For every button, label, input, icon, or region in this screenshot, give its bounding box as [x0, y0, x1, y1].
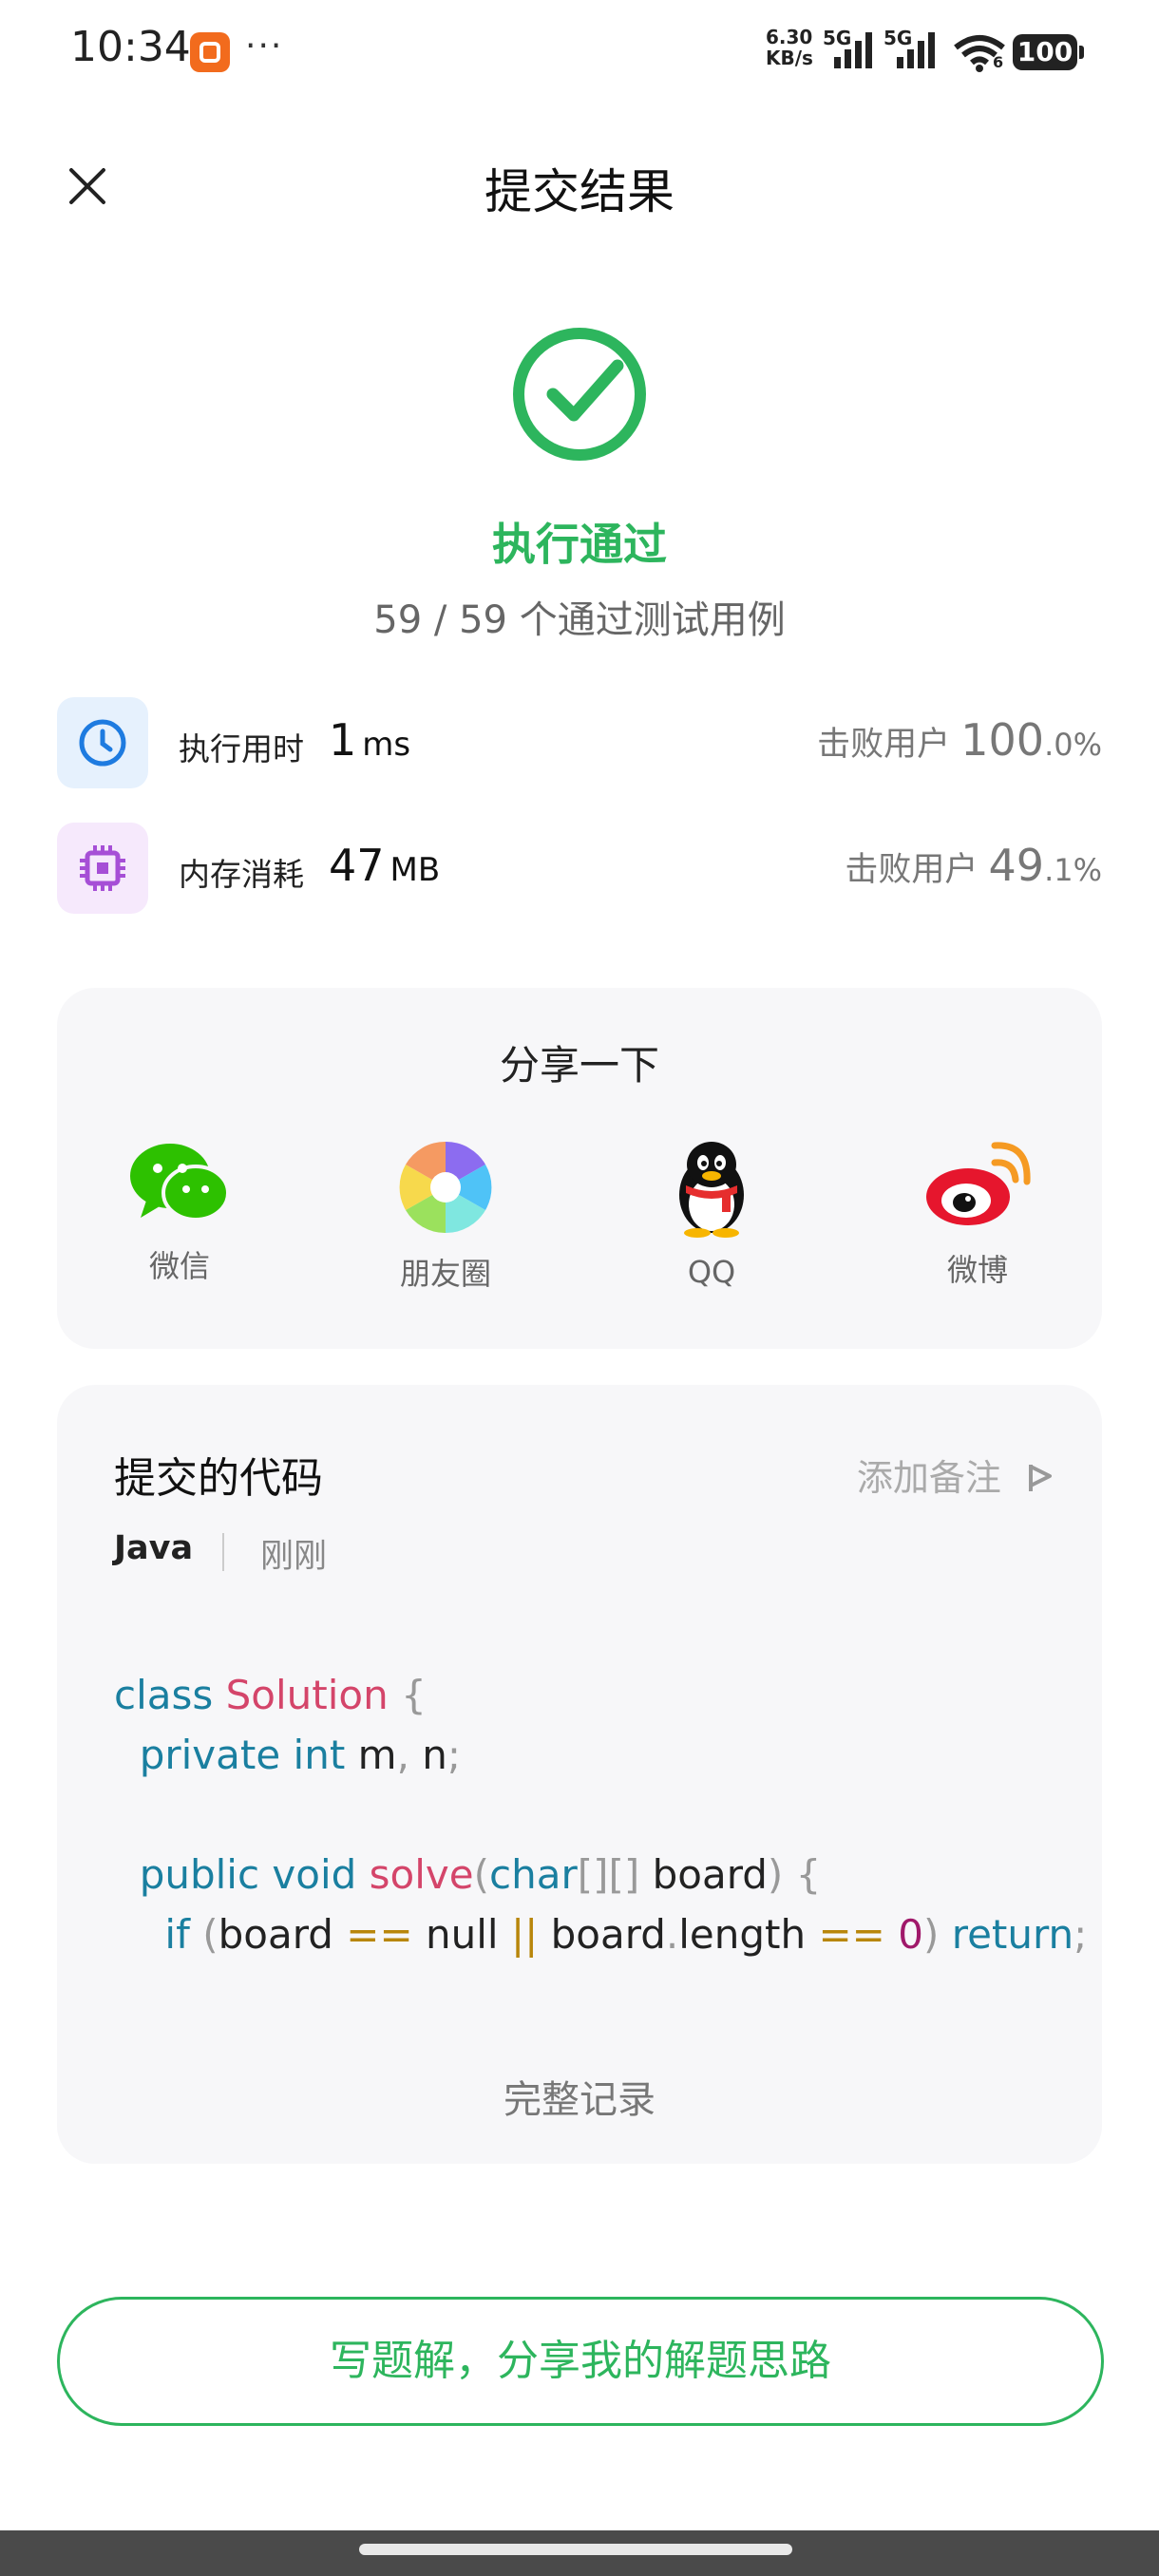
code-language: Java: [114, 1529, 194, 1567]
chip-icon: [80, 845, 125, 891]
share-qq-button[interactable]: QQ: [617, 1140, 807, 1290]
runtime-label: 执行用时: [179, 730, 304, 767]
share-weibo-button[interactable]: 微博: [883, 1140, 1073, 1290]
memory-beat: 击败用户 49.1%: [845, 840, 1102, 891]
moments-icon: [399, 1141, 492, 1234]
memory-beat-prefix: 击败用户: [845, 851, 978, 889]
runtime-beat-int: 100: [960, 714, 1045, 766]
memory-number: 47: [329, 840, 385, 891]
share-wechat-label: 微信: [148, 1248, 210, 1284]
memory-beat-dec: .1%: [1044, 852, 1102, 888]
add-note-label: 添加备注: [856, 1457, 1001, 1499]
full-record-link[interactable]: 完整记录: [0, 2069, 1159, 2124]
app-notification-icon: [190, 32, 230, 72]
signal-icon-2: [897, 32, 935, 68]
memory-label: 内存消耗: [179, 856, 304, 893]
wifi-tag: 6: [993, 53, 1004, 71]
code-line: public void solve(char[][] board) {: [139, 1851, 822, 1898]
qq-icon: [679, 1142, 744, 1238]
runtime-beat: 击败用户 100.0%: [817, 714, 1102, 766]
memory-metric-icon-box: [57, 823, 148, 914]
weibo-icon: [926, 1142, 1031, 1225]
code-line: private int m, n;: [139, 1732, 462, 1778]
memory-beat-int: 49: [988, 840, 1045, 891]
network-speed: 6.30 KB/s: [766, 27, 813, 68]
wechat-icon: [130, 1144, 230, 1222]
flag-icon: [1029, 1465, 1052, 1491]
runtime-number: 1: [329, 714, 357, 766]
code-section-title: 提交的代码: [114, 1454, 323, 1503]
share-moments-button[interactable]: 朋友圈: [351, 1140, 541, 1294]
result-status: 执行通过: [492, 519, 667, 570]
home-indicator[interactable]: [359, 2544, 792, 2555]
success-check-icon: [513, 328, 646, 461]
page-title: 提交结果: [484, 164, 674, 219]
runtime-beat-prefix: 击败用户: [817, 726, 951, 764]
share-qq-label: QQ: [687, 1254, 736, 1290]
status-time: 10:34: [70, 23, 191, 71]
runtime-beat-dec: .0%: [1044, 727, 1102, 763]
language-divider: [222, 1533, 224, 1571]
code-line: if (board == null || board.length == 0) …: [164, 1911, 1088, 1958]
network-speed-value: 6.30: [766, 26, 813, 48]
runtime-value: 1 ms: [329, 714, 410, 766]
signal-icon-1: [834, 32, 872, 68]
runtime-unit: ms: [362, 726, 411, 764]
add-note-button[interactable]: 添加备注: [857, 1449, 1054, 1501]
more-notifications-icon: ···: [245, 27, 284, 66]
share-weibo-label: 微博: [946, 1252, 1008, 1288]
share-wechat-button[interactable]: 微信: [85, 1140, 275, 1286]
battery-icon: 100: [1013, 34, 1084, 70]
code-line: class Solution {: [114, 1672, 427, 1718]
network-speed-unit: KB/s: [766, 47, 813, 69]
memory-value: 47 MB: [329, 840, 440, 891]
write-solution-button[interactable]: 写题解，分享我的解题思路: [57, 2297, 1104, 2426]
share-moments-label: 朋友圈: [399, 1256, 491, 1292]
share-title: 分享一下: [499, 1042, 659, 1089]
test-cases-summary: 59 / 59 个通过测试用例: [373, 598, 786, 642]
runtime-metric-icon-box: [57, 697, 148, 788]
submission-time: 刚刚: [260, 1538, 328, 1576]
memory-unit: MB: [390, 851, 441, 889]
clock-icon: [79, 719, 126, 767]
